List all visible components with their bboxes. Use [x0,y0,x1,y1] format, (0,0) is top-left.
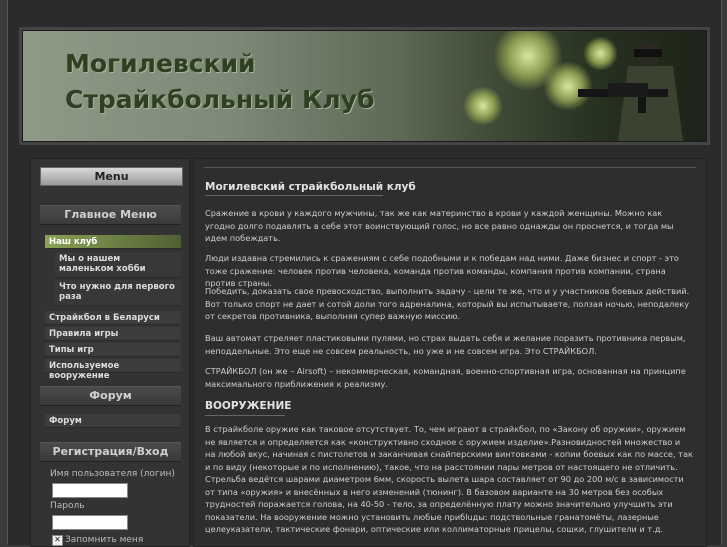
sidebar-item-belarus[interactable]: Страйкбол в Беларуси [45,311,181,325]
article-paragraph: Сражение в крови у каждого мужчины, так … [205,208,674,243]
sidebar-item-our-club[interactable]: Наш клуб [45,235,181,249]
section-title: ВООРУЖЕНИЕ [205,400,292,412]
password-label: Пароль [50,501,85,511]
site-header-banner: Могилевский Страйкбольный Клуб [22,30,707,142]
site-title-line1: Могилевский [65,49,256,78]
username-input[interactable] [52,483,128,498]
sidebar-item-rules[interactable]: Правила игры [45,327,181,341]
divider [204,167,696,168]
article-paragraph: Победить, доказать свое превосходство, в… [205,286,690,321]
article-paragraph: СТРАЙКБОЛ (он же – Airsoft) – некоммерче… [205,366,686,389]
article-title: Могилевский страйкбольный клуб [205,181,416,193]
main-menu-heading: Главное Меню [40,205,181,225]
username-label: Имя пользователя (логин) [50,469,175,479]
sidebar-item-our-hobby[interactable]: Мы о нашем маленьком хобби [55,252,181,278]
decorative-bubble [463,86,503,126]
article-paragraph: Люди издавна стремились к сражениям с се… [205,253,679,288]
site-title-line2: Страйкбольный Клуб [65,85,375,114]
sidebar-item-game-types[interactable]: Типы игр [45,343,181,357]
sidebar-item-weapons[interactable]: Используемое вооружение [45,359,181,381]
section-paragraph: В страйкболе оружие как таковое отсутств… [205,424,693,534]
login-heading: Регистрация/Вход [40,442,181,462]
remember-me-checkbox[interactable]: ✕ [52,535,63,546]
menu-title-bar: Menu [40,167,183,186]
forum-heading: Форум [40,386,181,406]
remember-me-label: Запомнить меня [65,535,144,545]
divider [205,195,383,196]
sidebar: Menu Главное Меню Наш клуб Мы о нашем ма… [30,158,190,547]
password-input[interactable] [52,515,128,530]
soldier-icon [578,41,683,141]
sidebar-item-first-time[interactable]: Что нужно для первого раза [55,280,181,306]
article-paragraph: Ваш автомат стреляет пластиковыми пулями… [205,333,686,356]
divider [205,415,285,416]
main-content: Могилевский страйкбольный клуб Сражение … [193,158,707,547]
sidebar-item-forum[interactable]: Форум [45,414,181,428]
